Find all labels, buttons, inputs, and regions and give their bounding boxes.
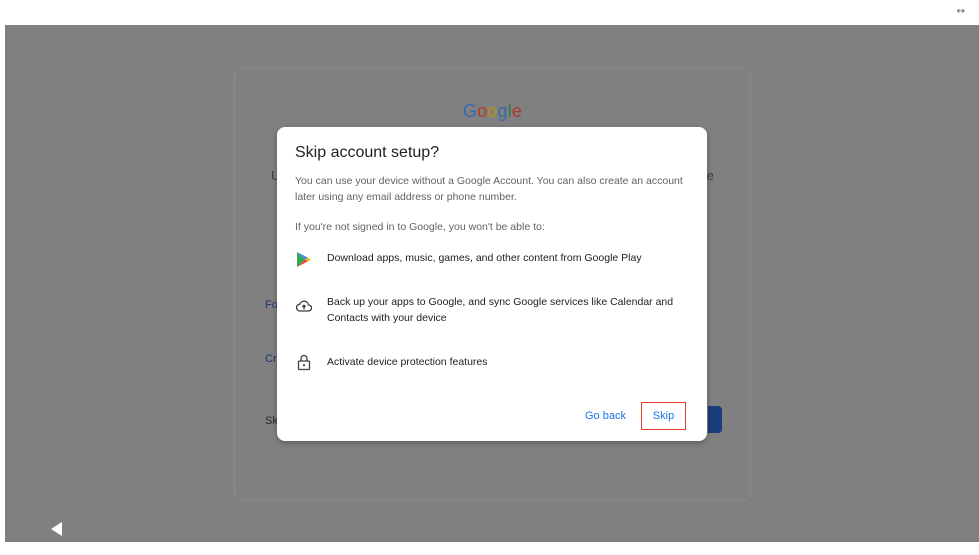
window-top-bar: ↔ [0,0,979,25]
nav-back-icon[interactable] [51,522,62,536]
sign-in-text-partial-end: e [706,168,714,183]
create-account-link[interactable]: Cr [265,353,277,365]
feature-text: Download apps, music, games, and other c… [327,252,642,264]
logo-letter: e [511,101,523,121]
feature-text: Back up your apps to Google, and sync Go… [327,296,674,324]
cloud-upload-icon [295,297,313,315]
google-play-icon [295,250,313,268]
window-bottom-bar [0,542,979,555]
google-logo: Google [235,101,750,122]
logo-letter: g [497,101,508,121]
expand-icon[interactable]: ↔ [957,6,965,18]
lock-icon [295,353,313,371]
forgot-email-link[interactable]: Fo [265,299,278,311]
background-skip-button[interactable]: Sk [265,415,278,427]
logo-letter: G [462,101,478,121]
go-back-button[interactable]: Go back [585,410,626,422]
dialog-title: Skip account setup? [295,144,440,161]
dialog-body: You can use your device without a Google… [295,175,683,203]
next-button[interactable] [708,406,722,433]
dialog-subtitle: If you're not signed in to Google, you w… [295,221,545,233]
feature-text: Activate device protection features [327,356,488,368]
skip-button[interactable]: Skip [641,402,686,430]
skip-setup-dialog: Skip account setup? You can use your dev… [277,127,707,441]
logo-letter: o [477,101,488,121]
logo-letter: o [487,101,498,121]
